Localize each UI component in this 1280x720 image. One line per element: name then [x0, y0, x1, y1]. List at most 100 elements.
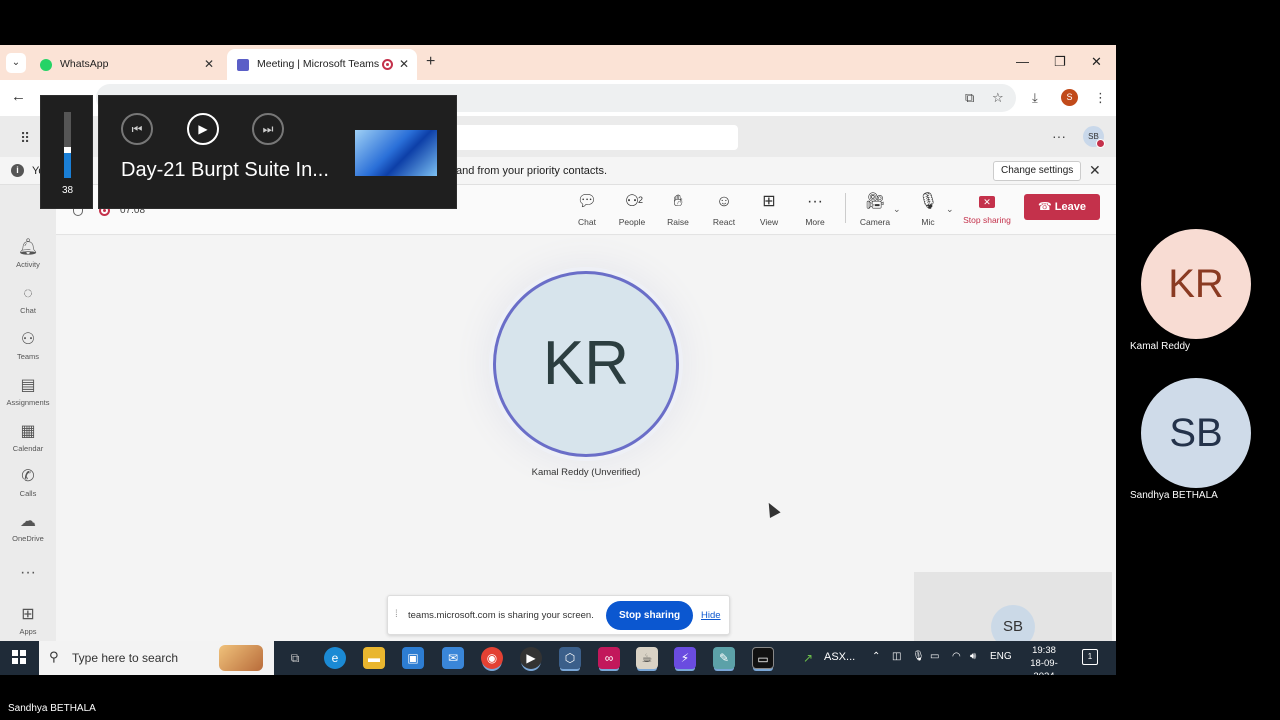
tab-teams-meeting[interactable]: Meeting | Microsoft Teams ✕ [227, 49, 417, 80]
edge-icon[interactable]: e [324, 647, 346, 669]
battery-icon[interactable]: ▭ [930, 651, 939, 662]
camera-button[interactable]: 🎥︎ Camera [853, 191, 897, 227]
ellipsis-icon: ··· [807, 193, 823, 210]
raise-hand-button[interactable]: ✋︎ Raise [656, 191, 700, 227]
teams-app-rail: 🔔︎ Activity ◌ Chat ⚇ Teams ▤ Assignments… [0, 185, 56, 641]
user-avatar[interactable]: SB [1083, 126, 1105, 148]
rail-item-calls[interactable]: ✆ Calls [0, 467, 56, 498]
rail-item-onedrive[interactable]: ☁︎ OneDrive [0, 512, 56, 543]
chat-button[interactable]: 💬︎ Chat [565, 191, 609, 227]
stock-ticker[interactable]: ASX... [824, 651, 855, 663]
camera-options-chevron-icon[interactable]: ⌄ [893, 204, 901, 215]
profile-avatar[interactable]: S [1061, 89, 1078, 106]
taskbar-clock[interactable]: 19:38 18-09-2024 [1020, 644, 1068, 675]
drag-handle-icon[interactable]: ⁞ [395, 609, 398, 620]
smiley-icon: ☺ [715, 193, 733, 210]
play-icon[interactable]: ▶ [187, 113, 219, 145]
volume-icon[interactable]: 🔊︎ [970, 651, 976, 662]
calendar-icon: ▦ [20, 423, 36, 440]
next-track-icon[interactable]: ⏭︎ [252, 113, 284, 145]
whatsapp-icon [40, 59, 52, 71]
meeting-stage: KR Kamal Reddy (Unverified) SB [56, 236, 1116, 675]
camera-off-icon: 🎥︎ [864, 193, 886, 210]
media-thumbnail [355, 130, 437, 176]
microphone-icon: 🎙︎ [917, 193, 939, 210]
phone-icon: ✆ [21, 468, 35, 485]
stock-chart-icon[interactable]: ↗ [797, 647, 819, 669]
rail-item-more[interactable]: ··· [0, 563, 56, 583]
volume-slider[interactable] [64, 112, 71, 178]
rail-item-activity[interactable]: 🔔︎ Activity [0, 238, 56, 269]
restore-icon[interactable]: ❐ [1054, 54, 1066, 70]
tab-close-icon[interactable]: ✕ [399, 49, 409, 80]
windows-start-icon[interactable] [12, 650, 26, 664]
participant-avatar-sb: SB [1141, 378, 1251, 488]
mic-options-chevron-icon[interactable]: ⌄ [946, 204, 954, 215]
presenter-name: Sandhya BETHALA [8, 703, 96, 714]
window-close-icon[interactable]: ✕ [1091, 54, 1102, 70]
mail-icon[interactable]: ✉ [442, 647, 464, 669]
rail-item-chat[interactable]: ◌ Chat [0, 284, 56, 315]
change-settings-button[interactable]: Change settings [993, 161, 1082, 181]
taskbar-search[interactable]: ⚲ Type here to search [39, 641, 274, 675]
rail-item-teams[interactable]: ⚇ Teams [0, 330, 56, 361]
wifi-icon[interactable]: ◠ [952, 651, 961, 662]
notes-app-icon[interactable]: ✎ [713, 647, 735, 669]
view-button[interactable]: ⊞ View [747, 191, 791, 227]
minimize-icon[interactable]: — [1016, 54, 1029, 69]
rail-item-calendar[interactable]: ▦ Calendar [0, 422, 56, 453]
task-view-icon[interactable]: ⧉ [284, 647, 306, 669]
banner-close-icon[interactable]: ✕ [1089, 162, 1101, 179]
stop-share-icon: ✕ [979, 196, 995, 208]
java-icon[interactable]: ☕︎ [636, 647, 658, 669]
bookmark-star-icon[interactable]: ☆ [992, 90, 1004, 106]
file-explorer-icon[interactable]: ▬ [363, 647, 385, 669]
app-icon[interactable]: ∞ [598, 647, 620, 669]
participant-name-kr: Kamal Reddy [1130, 341, 1191, 352]
download-icon[interactable]: ⤓ [1032, 90, 1038, 106]
rail-item-apps[interactable]: ⊞ Apps [0, 605, 56, 636]
share-status-text: teams.microsoft.com is sharing your scre… [408, 610, 594, 621]
network-device-icon[interactable]: ◫ [892, 651, 901, 662]
previous-track-icon[interactable]: ⏮︎ [121, 113, 153, 145]
more-actions-button[interactable]: ··· More [793, 191, 837, 227]
teams-search-input[interactable] [420, 125, 738, 150]
teams-icon: ⚇ [20, 331, 36, 348]
media-player-icon[interactable]: ▶ [520, 647, 542, 669]
microphone-tray-icon[interactable]: 🎙︎ [912, 651, 925, 662]
new-tab-button[interactable]: + [426, 53, 435, 71]
language-indicator[interactable]: ENG [990, 651, 1012, 662]
power-app-icon[interactable]: ⚡︎ [674, 647, 696, 669]
chrome-icon[interactable]: ◉ [481, 647, 503, 669]
assignments-icon: ▤ [20, 377, 36, 394]
hide-link[interactable]: Hide [701, 610, 721, 621]
people-count: 2 [638, 195, 644, 205]
terminal-icon[interactable]: ▭ [752, 647, 774, 669]
participant-avatar-kr: KR [1141, 229, 1251, 339]
react-button[interactable]: ☺ React [702, 191, 746, 227]
app-launcher-icon[interactable]: ⠿ [20, 130, 30, 147]
mouse-cursor-icon [763, 500, 781, 518]
people-button[interactable]: ⚇ 2 People [610, 191, 654, 227]
stop-sharing-button[interactable]: ✕ Stop sharing [959, 191, 1015, 225]
plus-icon: ⊞ [21, 606, 35, 623]
volume-thumb[interactable] [64, 146, 71, 153]
more-options-icon[interactable]: ··· [1052, 128, 1066, 144]
tab-close-icon[interactable]: ✕ [204, 49, 214, 80]
tab-whatsapp[interactable]: WhatsApp ✕ [30, 49, 222, 80]
main-participant-caption: Kamal Reddy (Unverified) [531, 467, 641, 478]
leave-button[interactable]: ☎︎ Leave [1024, 194, 1100, 220]
tab-search-icon[interactable]: ⌄ [6, 53, 26, 73]
browser-menu-icon[interactable]: ⋮ [1094, 90, 1107, 106]
mic-button[interactable]: 🎙︎ Mic [906, 191, 950, 227]
back-arrow-icon[interactable]: ← [11, 88, 26, 105]
notification-center-icon[interactable]: 1 [1082, 649, 1098, 665]
rail-item-assignments[interactable]: ▤ Assignments [0, 376, 56, 407]
cloud-icon: ☁︎ [20, 513, 36, 530]
stop-sharing-share-button[interactable]: Stop sharing [606, 601, 693, 630]
toolbar-divider [845, 193, 846, 223]
store-icon[interactable]: ▣ [402, 647, 424, 669]
install-app-icon[interactable]: ⧉ [965, 90, 974, 106]
tray-chevron-icon[interactable]: ⌃ [872, 651, 880, 662]
virtualbox-icon[interactable]: ⬡ [559, 647, 581, 669]
